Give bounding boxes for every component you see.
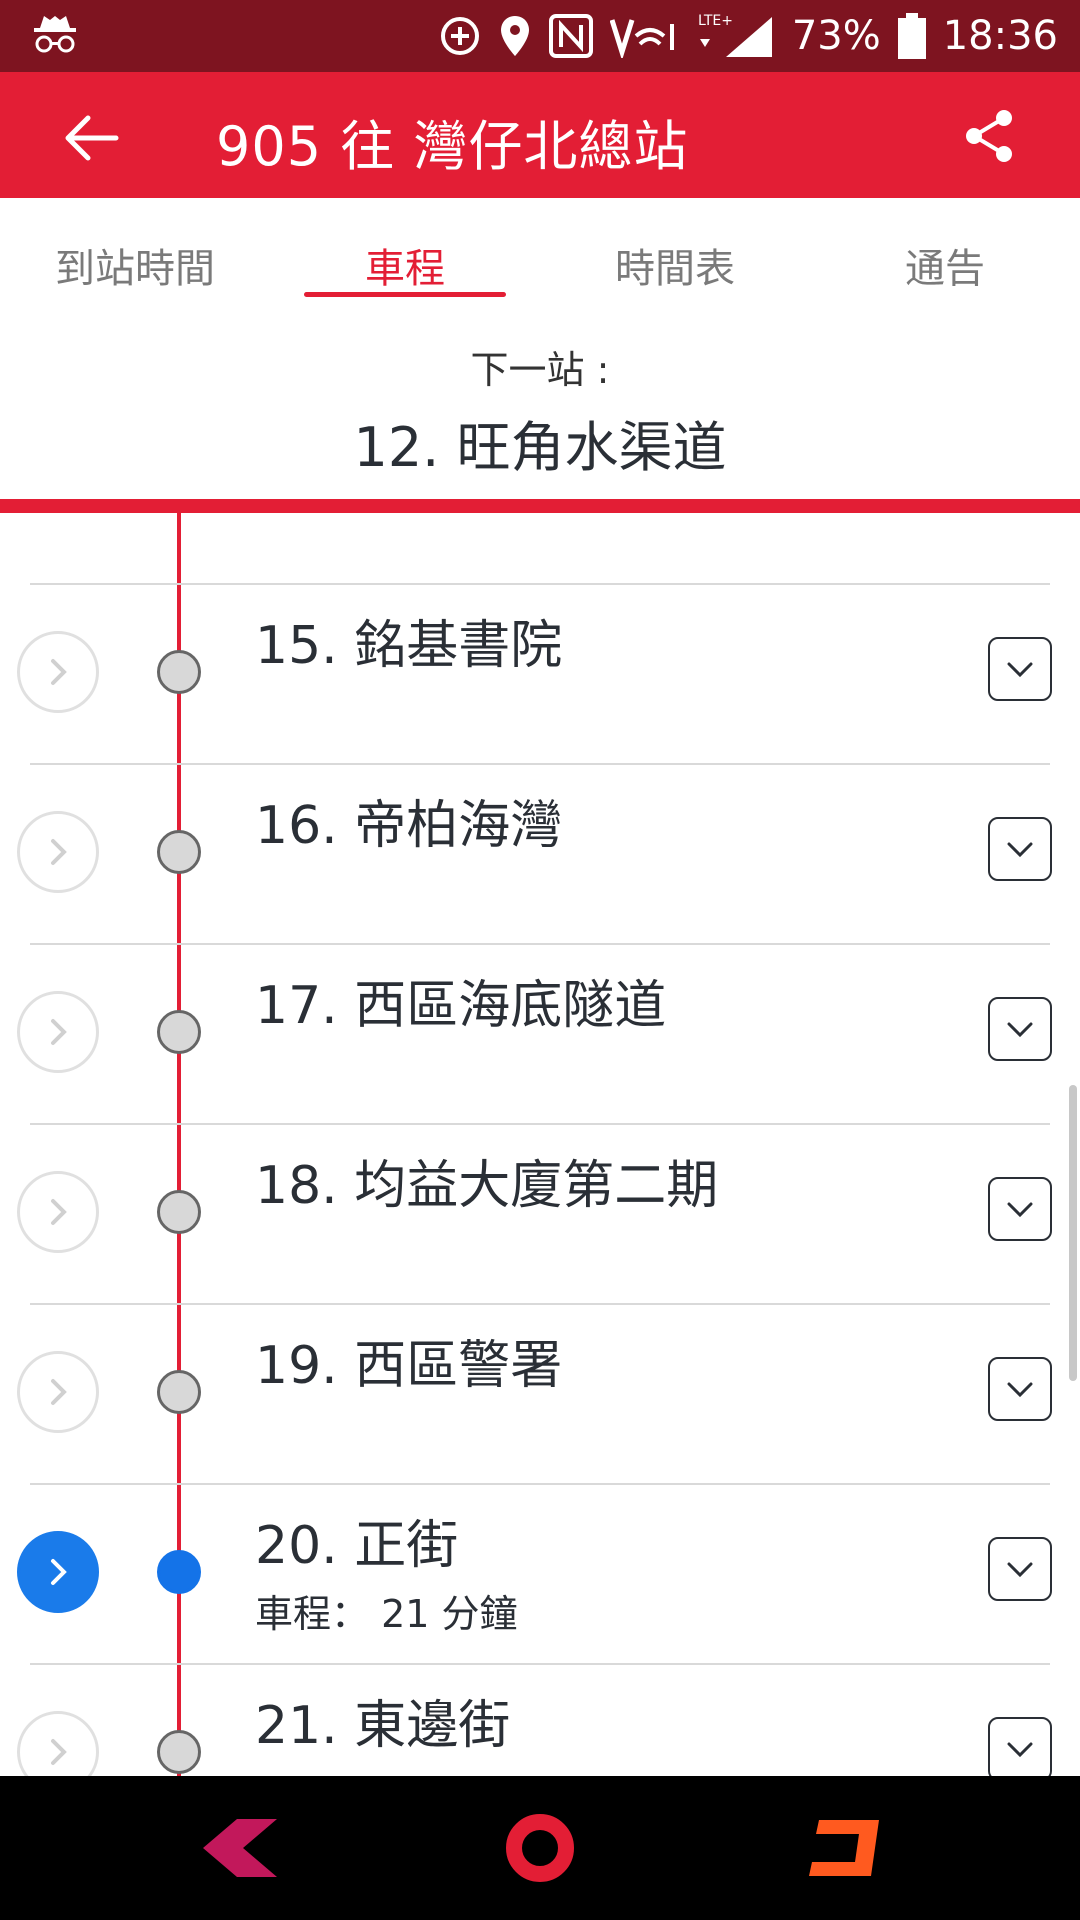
next-stop-label: 下一站 : <box>470 348 610 392</box>
tab-arrival-time[interactable]: 到站時間 <box>0 236 270 294</box>
chevron-down-icon <box>1007 1742 1033 1758</box>
stop-dot <box>157 1370 201 1414</box>
tab-timetable[interactable]: 時間表 <box>540 236 810 294</box>
scrollbar[interactable] <box>1069 1085 1077 1381</box>
next-stop-panel: 下一站 : 12. 旺角水渠道 <box>0 303 1080 499</box>
list-item-active[interactable]: 20. 正街 車程： 21 分鐘 <box>0 1483 1080 1663</box>
stop-name: 17. 西區海底隧道 <box>255 976 667 1036</box>
row-divider <box>30 763 1050 765</box>
stop-name: 18. 均益大廈第二期 <box>255 1156 719 1216</box>
clock: 18:36 <box>942 13 1058 59</box>
row-divider <box>30 1663 1050 1665</box>
divider-bar <box>0 499 1080 513</box>
stop-name: 20. 正街 <box>255 1516 459 1576</box>
chevron-right-icon <box>51 1019 67 1045</box>
chevron-right-icon <box>51 1199 67 1225</box>
row-divider <box>30 943 1050 945</box>
home-nav-icon[interactable] <box>495 1808 585 1888</box>
go-to-stop-button[interactable] <box>17 1171 99 1253</box>
list-item[interactable]: 17. 西區海底隧道 <box>0 943 1080 1123</box>
chevron-down-icon <box>1007 1382 1033 1398</box>
expand-button[interactable] <box>988 1537 1052 1601</box>
next-stop-name: 12. 旺角水渠道 <box>353 416 727 479</box>
chevron-right-icon <box>51 839 67 865</box>
active-tab-indicator <box>304 292 506 297</box>
nfc-icon <box>548 13 594 59</box>
svg-text:LTE+: LTE+ <box>698 13 733 29</box>
list-item[interactable]: 19. 西區警署 <box>0 1303 1080 1483</box>
back-arrow-icon[interactable] <box>60 108 120 168</box>
chevron-down-icon <box>1007 1022 1033 1038</box>
stop-list[interactable]: 15. 銘基書院 16. 帝柏海灣 17. 西區海底隧道 18. 均益大廈第二期… <box>0 513 1080 1776</box>
app-bar: 905 往 灣仔北總站 <box>0 72 1080 198</box>
go-to-stop-button[interactable] <box>17 811 99 893</box>
expand-button[interactable] <box>988 817 1052 881</box>
stop-name: 21. 東邊街 <box>255 1696 511 1756</box>
battery-icon <box>897 12 927 60</box>
recents-nav-icon[interactable] <box>800 1808 890 1888</box>
data-saver-icon <box>438 14 482 58</box>
tab-bar: 到站時間 車程 時間表 通告 <box>0 198 1080 303</box>
chevron-right-icon <box>51 1379 67 1405</box>
stop-name: 19. 西區警署 <box>255 1336 563 1396</box>
list-item[interactable]: 16. 帝柏海灣 <box>0 763 1080 943</box>
stop-dot <box>157 830 201 874</box>
lte-signal-icon: LTE+ <box>696 11 776 61</box>
expand-button[interactable] <box>988 1357 1052 1421</box>
chevron-right-icon <box>51 1559 67 1585</box>
location-icon <box>498 14 532 58</box>
expand-button[interactable] <box>988 997 1052 1061</box>
chevron-down-icon <box>1007 842 1033 858</box>
current-stop-dot <box>157 1550 201 1594</box>
go-to-stop-button[interactable] <box>17 631 99 713</box>
stop-dot <box>157 650 201 694</box>
tab-notices[interactable]: 通告 <box>810 236 1080 294</box>
journey-time: 車程： 21 分鐘 <box>255 1592 518 1636</box>
list-item[interactable]: 18. 均益大廈第二期 <box>0 1123 1080 1303</box>
incognito-icon <box>30 10 80 60</box>
go-to-stop-button[interactable] <box>17 991 99 1073</box>
list-item[interactable]: 21. 東邊街 <box>0 1663 1080 1776</box>
chevron-down-icon <box>1007 662 1033 678</box>
chevron-down-icon <box>1007 1562 1033 1578</box>
go-to-stop-button[interactable] <box>17 1351 99 1433</box>
go-to-stop-button[interactable] <box>17 1711 99 1776</box>
row-divider <box>30 1123 1050 1125</box>
chevron-down-icon <box>1007 1202 1033 1218</box>
volte-icon <box>609 14 680 58</box>
page-title: 905 往 灣仔北總站 <box>216 115 689 178</box>
expand-button[interactable] <box>988 1177 1052 1241</box>
stop-dot <box>157 1190 201 1234</box>
row-divider <box>30 1483 1050 1485</box>
row-divider <box>30 1303 1050 1305</box>
chevron-right-icon <box>51 1739 67 1765</box>
stop-name: 16. 帝柏海灣 <box>255 796 563 856</box>
stop-name: 15. 銘基書院 <box>255 616 563 676</box>
expand-button[interactable] <box>988 1717 1052 1776</box>
list-item[interactable]: 15. 銘基書院 <box>0 583 1080 763</box>
row-divider <box>30 583 1050 585</box>
system-nav-bar <box>0 1776 1080 1920</box>
battery-percent: 73% <box>791 13 881 59</box>
status-bar: LTE+ 73% 18:36 <box>0 0 1080 72</box>
go-to-stop-button[interactable] <box>17 1531 99 1613</box>
stop-dot <box>157 1730 201 1774</box>
tab-journey[interactable]: 車程 <box>270 236 540 294</box>
share-icon[interactable] <box>962 108 1018 164</box>
chevron-right-icon <box>51 659 67 685</box>
back-nav-icon[interactable] <box>195 1808 285 1888</box>
stop-dot <box>157 1010 201 1054</box>
expand-button[interactable] <box>988 637 1052 701</box>
